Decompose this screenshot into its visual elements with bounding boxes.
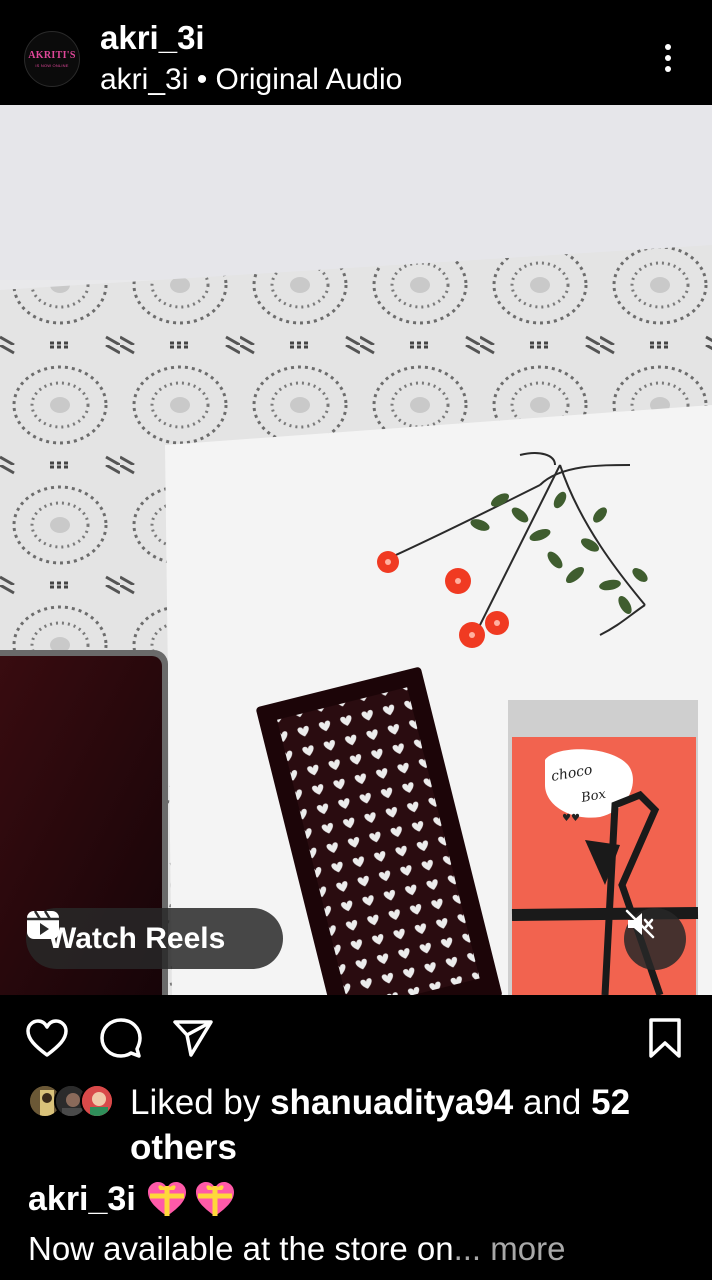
caption-text[interactable]: Now available at the store on... more [28,1228,565,1270]
audio-subtitle[interactable]: akri_3i • Original Audio [100,60,402,100]
post-username[interactable]: akri_3i [100,18,205,58]
save-button[interactable] [642,1015,688,1061]
box-label-hearts: ♥♥ [562,813,580,824]
more-dot-icon [665,55,671,61]
comment-button[interactable] [98,1015,144,1061]
post-header: AKRITI'S IS NOW ONLINE akri_3i akri_3i •… [0,0,712,105]
liked-by-prefix: Liked by [130,1083,271,1122]
mute-toggle-button[interactable] [624,908,686,970]
bookmark-icon [649,1018,681,1058]
action-bar [0,995,712,1075]
share-button[interactable] [170,1015,216,1061]
like-button[interactable] [24,1015,70,1061]
liked-by-middle: and [513,1083,592,1122]
reel-video-frame: choco Box ♥♥ [0,105,712,995]
liker-avatar [80,1084,114,1118]
gift-heart-emoji-icon [195,1182,234,1216]
liked-by-user[interactable]: shanuaditya94 [270,1083,513,1122]
avatar-logo-text: AKRITI'S [28,50,76,61]
reel-video[interactable]: choco Box ♥♥ Watch Reels [0,105,712,995]
caption-username[interactable]: akri_3i [28,1178,136,1220]
more-dot-icon [665,66,671,72]
avatar-logo-subtext: IS NOW ONLINE [35,63,69,68]
more-options-button[interactable] [650,36,686,80]
comment-icon [100,1018,142,1058]
liker-avatars[interactable] [28,1084,118,1120]
speaker-muted-icon [625,909,655,939]
heart-outline-icon [26,1019,68,1057]
caption-more-link[interactable]: more [490,1230,565,1267]
reels-icon [27,910,59,939]
watch-reels-label: Watch Reels [48,921,226,955]
gift-heart-emoji-icon [147,1182,186,1216]
profile-avatar[interactable]: AKRITI'S IS NOW ONLINE [24,31,80,87]
paper-plane-icon [173,1020,213,1057]
liked-by-text[interactable]: Liked by shanuaditya94 and 52 others [130,1080,690,1170]
caption-body: Now available at the store on [28,1230,454,1267]
caption-header: akri_3i 💝💝 [28,1178,236,1220]
watch-reels-button[interactable]: Watch Reels [26,908,283,969]
likes-section: Liked by shanuaditya94 and 52 others [0,1080,712,1170]
more-dot-icon [665,44,671,50]
caption-ellipsis: ... [453,1230,491,1267]
